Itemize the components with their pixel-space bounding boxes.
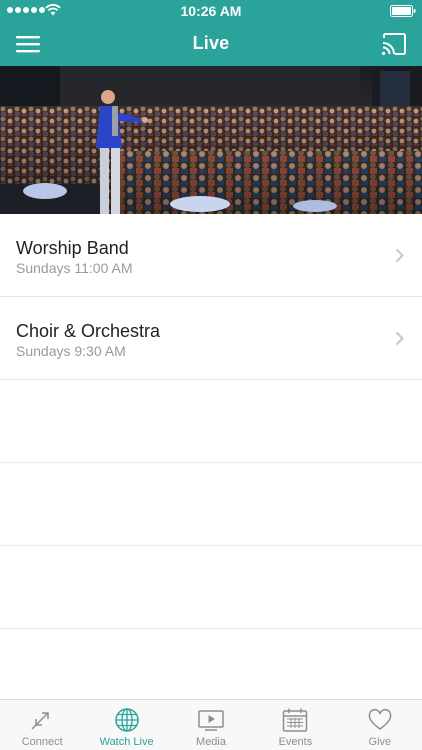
- empty-row: [0, 546, 422, 629]
- battery-icon: [390, 5, 416, 17]
- tab-label: Give: [368, 736, 392, 748]
- stream-title: Choir & Orchestra: [16, 321, 161, 341]
- tab-connect[interactable]: Connect: [0, 700, 84, 750]
- status-time: 10:26 AM: [180, 3, 242, 19]
- stream-schedule: Sundays 9:30 AM: [16, 343, 126, 359]
- tab-give[interactable]: Give: [338, 700, 422, 750]
- empty-row: [0, 463, 422, 546]
- video-play-icon: [198, 710, 224, 731]
- heart-icon: [368, 708, 392, 730]
- list-item[interactable]: Choir & Orchestra Sundays 9:30 AM: [0, 297, 422, 380]
- chevron-right-icon: [395, 331, 404, 346]
- navigation-bar: Live: [0, 22, 422, 66]
- globe-icon: [114, 708, 139, 732]
- cast-icon[interactable]: [381, 32, 407, 56]
- calendar-icon: [283, 708, 308, 732]
- stream-title: Worship Band: [16, 238, 129, 258]
- live-stream-list: Worship Band Sundays 11:00 AM Choir & Or…: [0, 214, 422, 712]
- page-title: Live: [192, 33, 230, 53]
- empty-row: [0, 380, 422, 463]
- tab-events[interactable]: Events: [253, 700, 337, 750]
- stage-photo: [0, 66, 422, 214]
- list-item[interactable]: Worship Band Sundays 11:00 AM: [0, 214, 422, 297]
- tab-watch-live[interactable]: Watch Live: [84, 700, 168, 750]
- tab-label: Connect: [21, 736, 63, 748]
- tab-media[interactable]: Media: [169, 700, 253, 750]
- tab-label: Watch Live: [99, 736, 154, 748]
- stream-schedule: Sundays 11:00 AM: [16, 260, 133, 276]
- tab-bar: Connect Watch Live Media Events Give: [0, 699, 422, 750]
- tab-label: Events: [278, 736, 313, 748]
- connect-arrows-icon: [31, 712, 49, 730]
- chevron-right-icon: [395, 248, 404, 263]
- live-stream-hero-image[interactable]: [0, 66, 422, 214]
- app-screen: 10:26 AM Live Worship Band Sundays 11:00…: [0, 0, 422, 750]
- status-bar: 10:26 AM: [0, 0, 422, 22]
- tab-label: Media: [196, 736, 226, 748]
